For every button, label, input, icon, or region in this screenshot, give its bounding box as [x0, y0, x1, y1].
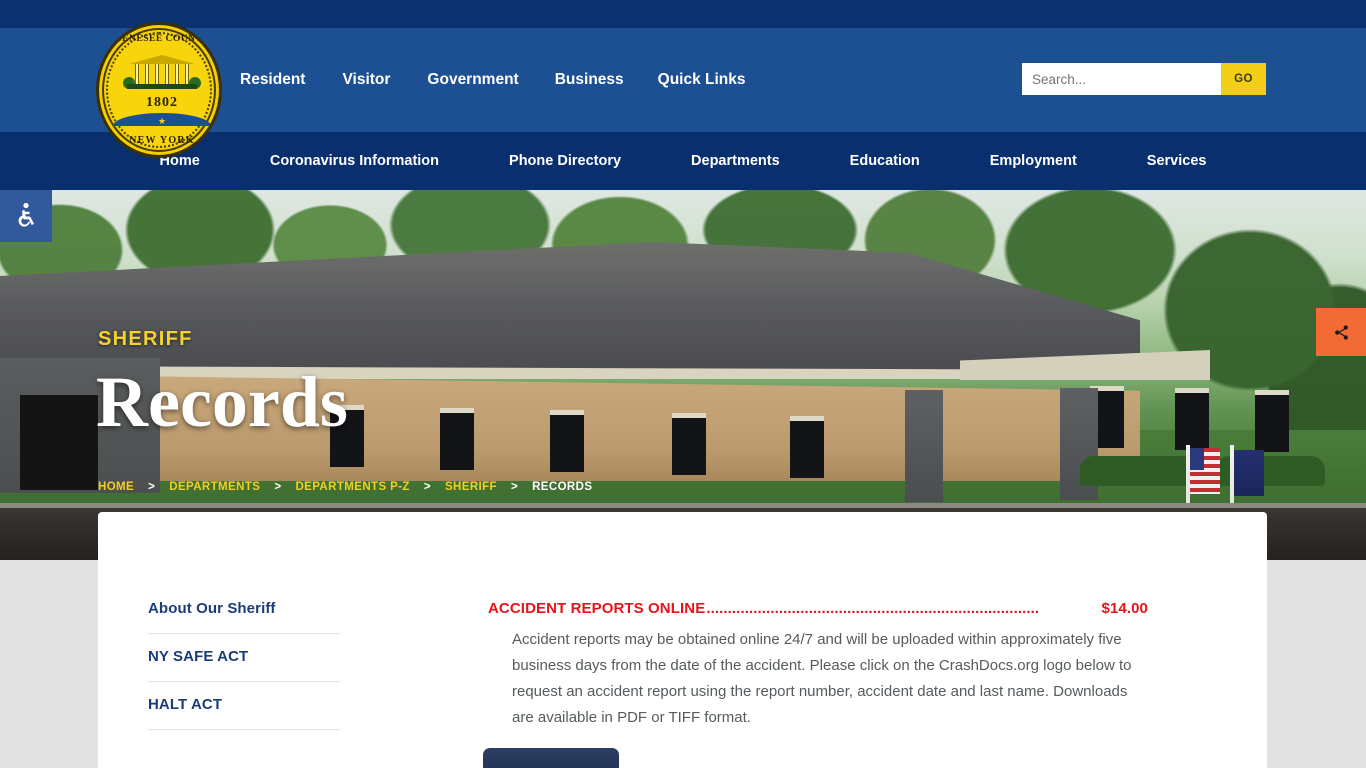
us-flag-icon: [1190, 448, 1220, 494]
subnav-item-departments[interactable]: Departments: [656, 153, 815, 169]
subnav-item-coronavirus-information[interactable]: Coronavirus Information: [235, 153, 474, 169]
fee-heading: ACCIDENT REPORTS ONLINE: [488, 600, 706, 617]
ny-flag-icon: [1234, 450, 1264, 496]
window: [1175, 388, 1209, 450]
fee-price: $14.00: [1101, 600, 1148, 617]
nav-item-quick-links[interactable]: Quick Links: [658, 71, 782, 89]
nav-item-resident[interactable]: Resident: [240, 71, 342, 89]
seal-star-icon: ★: [157, 116, 167, 126]
page-root: GENESEE COUNTY 1802 ★ NEW YORK Resident …: [0, 0, 1366, 768]
breadcrumb: HOME > DEPARTMENTS > DEPARTMENTS P-Z > S…: [98, 481, 592, 493]
search-go-button[interactable]: GO: [1221, 63, 1266, 95]
fee-heading-row: ACCIDENT REPORTS ONLINE ................…: [488, 600, 1148, 617]
window: [672, 413, 706, 475]
search-input[interactable]: [1022, 63, 1221, 95]
breadcrumb-item-departments[interactable]: DEPARTMENTS: [169, 481, 260, 493]
accessibility-toolbar-button[interactable]: [0, 190, 52, 242]
county-seal-logo[interactable]: GENESEE COUNTY 1802 ★ NEW YORK: [96, 22, 222, 158]
sidebar-item-halt-act[interactable]: HALT ACT: [148, 682, 340, 730]
seal-top-text: GENESEE COUNTY: [114, 34, 210, 44]
subnav-item-services[interactable]: Services: [1112, 153, 1242, 169]
nav-item-business[interactable]: Business: [555, 71, 658, 89]
seal-bottom-text: NEW YORK: [129, 135, 195, 146]
subnav-item-phone-directory[interactable]: Phone Directory: [474, 153, 656, 169]
window: [790, 416, 824, 478]
main-content: ACCIDENT REPORTS ONLINE ................…: [488, 600, 1148, 731]
subnav-item-employment[interactable]: Employment: [955, 153, 1112, 169]
nav-item-visitor[interactable]: Visitor: [342, 71, 427, 89]
top-bar: [0, 0, 1366, 28]
breadcrumb-item-home[interactable]: HOME: [98, 481, 134, 493]
seal-inner-ring: [106, 32, 212, 148]
wheelchair-accessibility-icon: [18, 202, 34, 227]
breadcrumb-item-records: RECORDS: [532, 481, 593, 493]
seal-year-text: 1802: [146, 95, 178, 110]
window: [550, 410, 584, 472]
page-title: Records: [96, 362, 348, 442]
window: [440, 408, 474, 470]
window: [1255, 390, 1289, 452]
sidebar-menu: About Our Sheriff NY SAFE ACT HALT ACT: [148, 600, 340, 730]
share-button[interactable]: [1316, 308, 1366, 356]
seal-building-icon: [123, 55, 201, 89]
content-card: About Our Sheriff NY SAFE ACT HALT ACT A…: [98, 512, 1267, 768]
fee-dot-leader: ........................................…: [706, 600, 1040, 617]
sidebar-item-ny-safe-act[interactable]: NY SAFE ACT: [148, 634, 340, 682]
body-paragraph: Accident reports may be obtained online …: [512, 631, 1132, 726]
breadcrumb-separator: >: [423, 481, 431, 493]
hero-eyebrow: SHERIFF: [98, 328, 193, 350]
sidebar-item-about-our-sheriff[interactable]: About Our Sheriff: [148, 600, 340, 634]
breadcrumb-item-sheriff[interactable]: SHERIFF: [445, 481, 497, 493]
breadcrumb-separator: >: [510, 481, 519, 493]
crashdocs-logo-link[interactable]: [483, 748, 619, 768]
subnav-item-education[interactable]: Education: [815, 153, 955, 169]
breadcrumb-separator: >: [148, 481, 156, 493]
garage-door: [20, 395, 98, 490]
breadcrumb-item-departments-p-z[interactable]: DEPARTMENTS P-Z: [295, 481, 409, 493]
entry-pillar: [905, 390, 943, 502]
breadcrumb-separator: >: [274, 481, 282, 493]
main-navigation: Resident Visitor Government Business Qui…: [240, 28, 782, 132]
nav-item-government[interactable]: Government: [427, 71, 554, 89]
search-box: GO: [1022, 63, 1266, 95]
share-icon: [1334, 324, 1348, 340]
